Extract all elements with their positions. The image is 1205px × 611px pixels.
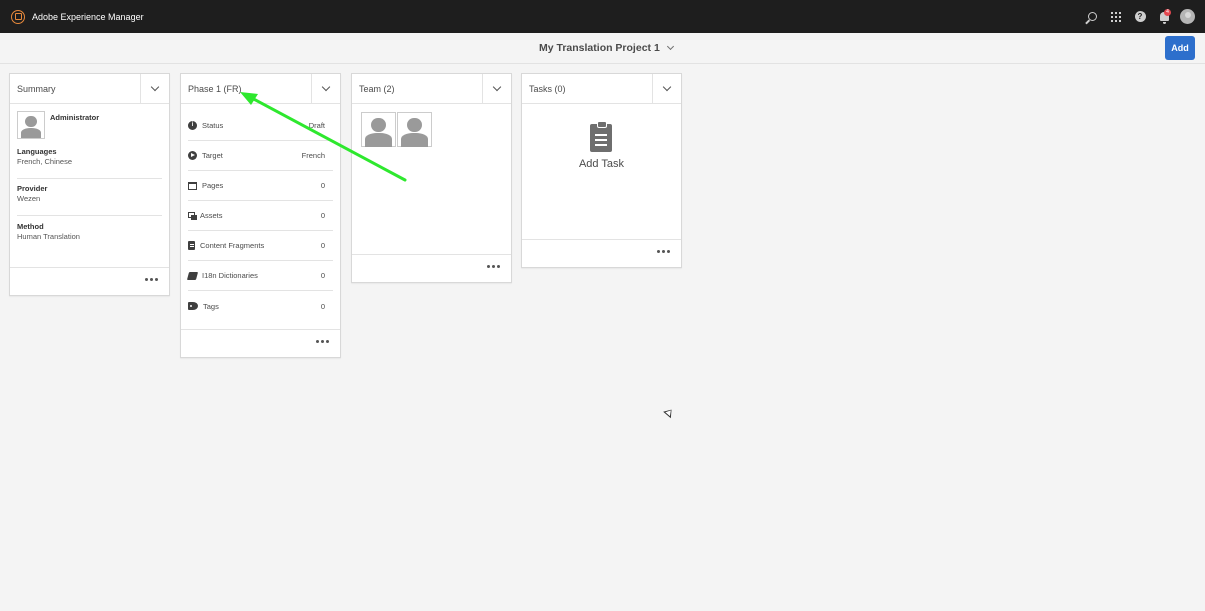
summary-more-button[interactable]	[145, 278, 158, 281]
row-label: Pages	[202, 181, 224, 190]
field-label: Method	[17, 222, 44, 231]
chevron-down-icon	[492, 82, 502, 92]
card-title: Tasks (0)	[529, 83, 566, 94]
divider	[17, 215, 162, 216]
phase-card: Phase 1 (FR) i Status Draft Target Frenc…	[180, 73, 341, 358]
phase-row-tags[interactable]: Tags 0	[188, 291, 333, 321]
row-label: Status	[202, 121, 224, 130]
phase-row-assets[interactable]: Assets 0	[188, 201, 333, 231]
content-fragments-icon	[188, 241, 195, 250]
pages-icon	[188, 181, 197, 190]
mouse-cursor-icon	[663, 406, 676, 419]
team-member-avatar[interactable]	[397, 112, 432, 147]
app-title[interactable]: Adobe Experience Manager	[32, 12, 144, 22]
card-header: Summary	[10, 74, 169, 104]
chevron-down-icon	[666, 42, 674, 51]
provider-field: Provider Wezen	[17, 184, 162, 203]
solutions-button[interactable]	[1108, 9, 1124, 25]
apps-grid-icon	[1111, 11, 1121, 22]
row-value: 0	[320, 241, 325, 250]
target-icon	[188, 151, 197, 160]
field-label: Provider	[17, 184, 48, 193]
add-task-button[interactable]: Add Task	[522, 158, 681, 170]
field-value: Wezen	[17, 194, 41, 203]
row-value: French	[301, 151, 325, 160]
phase-more-button[interactable]	[316, 340, 329, 343]
phase-collapse-button[interactable]	[311, 74, 340, 103]
row-value: 0	[320, 301, 325, 311]
search-button[interactable]	[1084, 9, 1100, 25]
global-header: Adobe Experience Manager ? 4	[0, 0, 1205, 33]
team-member-avatar[interactable]	[361, 112, 396, 147]
clipboard-icon[interactable]	[590, 121, 612, 152]
field-label: Languages	[17, 147, 57, 156]
card-title: Phase 1 (FR)	[188, 83, 242, 94]
add-button[interactable]: Add	[1165, 36, 1195, 60]
row-label: Tags	[203, 301, 219, 311]
card-footer	[10, 267, 169, 295]
row-label: Content Fragments	[200, 241, 265, 250]
help-icon: ?	[1134, 11, 1146, 22]
team-collapse-button[interactable]	[482, 74, 511, 103]
info-icon: i	[188, 121, 197, 130]
field-value: French, Chinese	[17, 157, 73, 166]
dictionary-icon	[186, 271, 199, 280]
chevron-down-icon	[150, 82, 160, 92]
team-card: Team (2)	[351, 73, 512, 283]
project-title-dropdown[interactable]: My Translation Project 1	[539, 42, 674, 54]
row-label: I18n Dictionaries	[202, 271, 258, 280]
phase-row-pages[interactable]: Pages 0	[188, 171, 333, 201]
card-header: Team (2)	[352, 74, 511, 104]
project-title: My Translation Project 1	[539, 42, 660, 54]
languages-field: Languages French, Chinese	[17, 147, 162, 166]
phase-row-status[interactable]: i Status Draft	[188, 111, 333, 141]
card-title: Summary	[17, 83, 56, 94]
user-avatar-button[interactable]	[1180, 9, 1195, 24]
chevron-down-icon	[321, 82, 331, 92]
summary-card: Summary Administrator Languages French, …	[9, 73, 170, 296]
user-placeholder-icon	[398, 113, 431, 147]
assets-icon	[188, 211, 197, 220]
avatar	[17, 111, 45, 139]
summary-collapse-button[interactable]	[140, 74, 169, 103]
method-field: Method Human Translation	[17, 222, 162, 241]
notifications-button[interactable]: 4	[1156, 8, 1172, 25]
owner-name: Administrator	[50, 113, 100, 122]
owner: Administrator	[17, 111, 99, 139]
phase-row-content-fragments[interactable]: Content Fragments 0	[188, 231, 333, 261]
card-footer	[522, 239, 681, 267]
header-actions: ? 4	[1084, 0, 1205, 33]
card-header: Tasks (0)	[522, 74, 681, 104]
card-title: Team (2)	[359, 83, 395, 94]
row-value: 0	[320, 271, 325, 280]
divider	[17, 178, 162, 179]
notification-badge: 4	[1164, 8, 1171, 16]
tasks-card: Tasks (0) Add Task	[521, 73, 682, 268]
search-icon	[1087, 12, 1097, 21]
chevron-down-icon	[662, 82, 672, 92]
tasks-collapse-button[interactable]	[652, 74, 681, 103]
tag-icon	[188, 302, 198, 310]
phase-row-i18n-dictionaries[interactable]: I18n Dictionaries 0	[186, 261, 333, 291]
row-value: 0	[320, 211, 325, 220]
aem-logo-icon[interactable]	[11, 9, 25, 24]
user-placeholder-icon	[18, 112, 44, 138]
phase-row-target[interactable]: Target French	[188, 141, 333, 171]
card-header: Phase 1 (FR)	[181, 74, 340, 104]
tasks-more-button[interactable]	[657, 250, 670, 253]
card-footer	[352, 254, 511, 282]
row-label: Assets	[200, 211, 223, 220]
team-more-button[interactable]	[487, 265, 500, 268]
help-button[interactable]: ?	[1132, 9, 1148, 25]
row-value: Draft	[308, 121, 325, 130]
row-label: Target	[202, 151, 223, 160]
card-footer	[181, 329, 340, 357]
action-bar: My Translation Project 1 Add	[0, 33, 1205, 64]
row-value: 0	[320, 181, 325, 190]
field-value: Human Translation	[17, 232, 80, 241]
user-placeholder-icon	[362, 113, 395, 147]
